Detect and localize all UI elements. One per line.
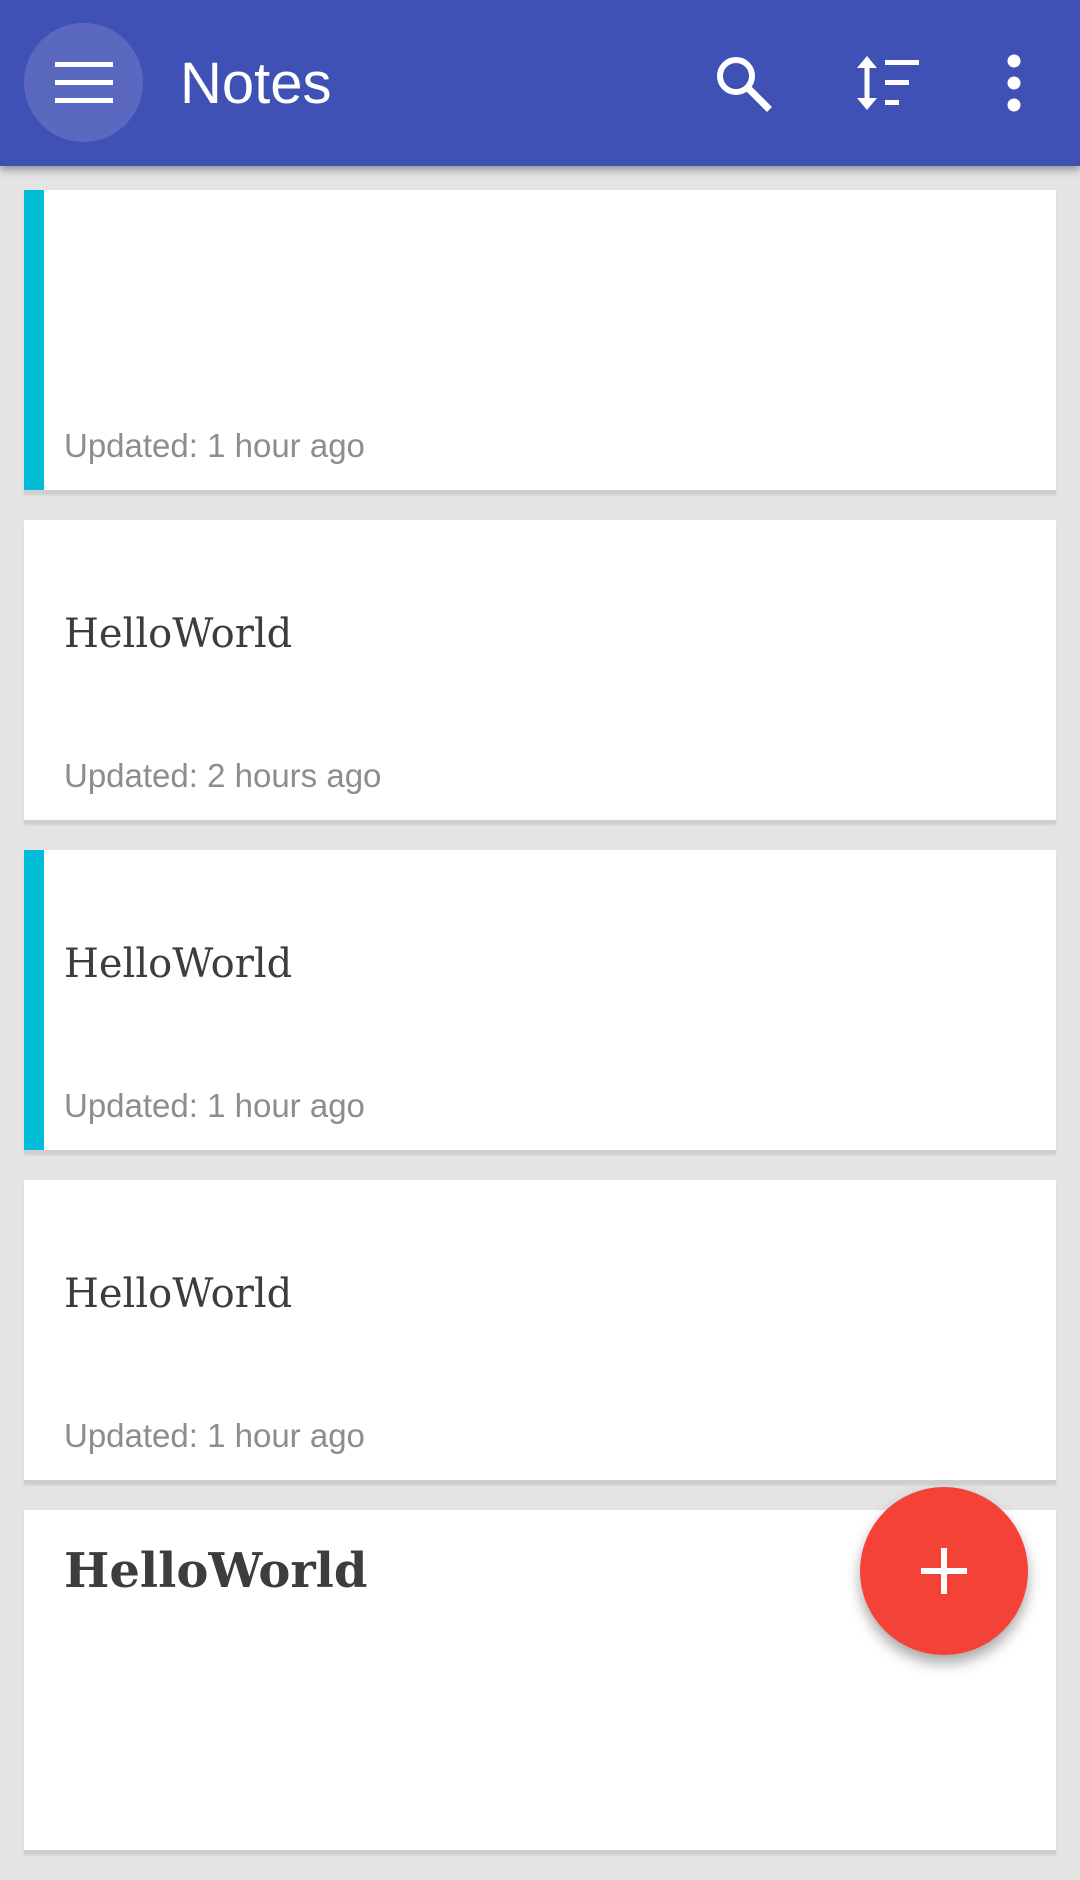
plus-icon (921, 1548, 967, 1594)
app-bar: Notes (0, 0, 1080, 166)
note-card[interactable]: HelloWorld Updated: 1 hour ago (24, 850, 1056, 1150)
note-updated-time: Updated: 1 hour ago (64, 427, 365, 464)
note-title: HelloWorld (64, 1271, 293, 1317)
note-updated-time: Updated: 2 hours ago (64, 757, 382, 794)
sort-button[interactable] (843, 38, 933, 128)
hamburger-menu-icon (54, 61, 113, 103)
overflow-menu-button[interactable] (969, 38, 1059, 128)
note-card[interactable]: Updated: 1 hour ago (24, 190, 1056, 490)
note-title: HelloWorld (64, 941, 293, 987)
page-title: Notes (180, 51, 332, 116)
search-button[interactable] (698, 38, 788, 128)
color-tag (24, 850, 44, 1150)
note-card[interactable]: HelloWorld Updated: 1 hour ago (24, 1180, 1056, 1480)
sort-icon (857, 56, 919, 110)
note-updated-time: Updated: 1 hour ago (64, 1087, 365, 1124)
note-card[interactable]: HelloWorld Updated: 2 hours ago (24, 520, 1056, 820)
color-tag (24, 190, 44, 490)
search-icon (717, 57, 772, 112)
add-note-button[interactable] (860, 1487, 1028, 1655)
note-title: HelloWorld (64, 1543, 368, 1599)
note-updated-time: Updated: 1 hour ago (64, 1417, 365, 1454)
note-title: HelloWorld (64, 611, 293, 657)
more-vertical-icon (1007, 54, 1021, 112)
menu-button[interactable] (24, 23, 143, 142)
